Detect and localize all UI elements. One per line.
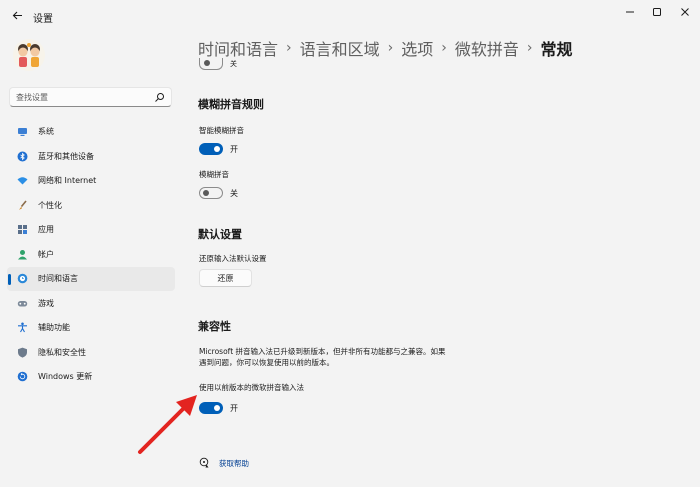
back-button[interactable]: [8, 6, 26, 24]
search-input[interactable]: [16, 90, 154, 105]
breadcrumb: 时间和语言 › 语言和区域 › 选项 › 微软拼音 › 常规: [198, 37, 573, 59]
maximize-icon: [653, 8, 661, 16]
chevron-right-icon: ›: [526, 40, 533, 56]
chevron-right-icon: ›: [441, 40, 447, 56]
bluetooth-icon: [17, 151, 28, 161]
sidebar-item-label: 系统: [38, 127, 54, 136]
sidebar-item-apps[interactable]: 应用: [7, 218, 175, 242]
accessibility-icon: [18, 322, 27, 333]
minimize-icon: [626, 11, 634, 13]
sidebar-item-personalization[interactable]: 个性化: [7, 194, 175, 218]
sidebar-item-label: 辅助功能: [38, 323, 70, 332]
sidebar-item-bluetooth[interactable]: 蓝牙和其他设备: [7, 145, 175, 169]
page-title: 常规: [540, 40, 573, 59]
partial-toggle-state: 关: [230, 60, 237, 68]
sidebar-item-label: 应用: [38, 225, 54, 234]
sidebar-item-label: 时间和语言: [38, 274, 78, 283]
minimize-button[interactable]: [619, 4, 641, 20]
sidebar-item-privacy[interactable]: 隐私和安全性: [7, 341, 175, 365]
sidebar-item-network[interactable]: 网络和 Internet: [7, 169, 175, 193]
breadcrumb-item-microsoft-pinyin[interactable]: 微软拼音: [455, 36, 519, 60]
restore-defaults-label: 还原输入法默认设置: [199, 254, 267, 263]
compatibility-description: Microsoft 拼音输入法已升级到新版本，但并非所有功能都与之兼容。如果遇到…: [199, 347, 446, 367]
smart-fuzzy-toggle[interactable]: [199, 143, 223, 155]
sidebar-item-accounts[interactable]: 帐户: [7, 243, 175, 267]
sidebar-item-label: 网络和 Internet: [38, 176, 97, 185]
get-help-link[interactable]: 获取帮助: [219, 458, 249, 469]
breadcrumb-item-options[interactable]: 选项: [401, 36, 433, 60]
annotation-arrow: [138, 395, 197, 454]
sidebar-nav: 系统 蓝牙和其他设备 网络和 Internet 个性化 应用 帐户 时间和语言 …: [7, 120, 175, 390]
maximize-button[interactable]: [646, 4, 668, 20]
search-box[interactable]: [9, 87, 172, 107]
breadcrumb-item-time-language[interactable]: 时间和语言: [198, 36, 278, 60]
apps-icon: [18, 225, 27, 234]
sidebar-item-label: 隐私和安全性: [38, 347, 86, 357]
arrow-left-icon: [12, 11, 22, 19]
title-bar: 设置: [0, 0, 700, 32]
section-title-defaults: 默认设置: [198, 228, 242, 241]
close-button[interactable]: [674, 4, 696, 20]
sidebar-item-label: 个性化: [38, 200, 62, 210]
sidebar-item-label: Windows 更新: [38, 372, 93, 381]
sidebar-item-label: 帐户: [38, 249, 54, 259]
legacy-ime-label: 使用以前版本的微软拼音输入法: [199, 383, 304, 392]
sidebar-item-time-language[interactable]: 时间和语言: [7, 267, 175, 291]
sidebar-item-label: 蓝牙和其他设备: [38, 151, 94, 161]
smart-fuzzy-label: 智能模糊拼音: [199, 126, 244, 135]
wifi-icon: [17, 177, 28, 185]
section-title-fuzzy-pinyin: 模糊拼音规则: [198, 98, 264, 111]
brush-icon: [19, 199, 27, 210]
sidebar-item-system[interactable]: 系统: [7, 120, 175, 144]
legacy-ime-state: 开: [230, 404, 238, 413]
fuzzy-pinyin-toggle[interactable]: [199, 187, 223, 199]
person-icon: [18, 249, 27, 259]
shield-icon: [18, 347, 27, 358]
monitor-icon: [18, 128, 27, 136]
chevron-right-icon: ›: [286, 40, 292, 56]
gamepad-icon: [17, 300, 28, 306]
search-icon[interactable]: [154, 92, 165, 103]
sidebar-item-accessibility[interactable]: 辅助功能: [7, 316, 175, 340]
sidebar-item-label: 游戏: [38, 298, 54, 308]
breadcrumb-item-language-region[interactable]: 语言和区域: [300, 36, 380, 60]
app-title: 设置: [33, 14, 53, 25]
update-icon: [17, 371, 28, 382]
avatar[interactable]: [12, 38, 46, 74]
partial-toggle[interactable]: [199, 58, 223, 70]
restore-button[interactable]: 还原: [199, 269, 252, 287]
fuzzy-pinyin-state: 关: [230, 189, 238, 198]
sidebar-item-gaming[interactable]: 游戏: [7, 292, 175, 316]
smart-fuzzy-state: 开: [230, 145, 238, 154]
section-title-compatibility: 兼容性: [198, 320, 231, 333]
fuzzy-pinyin-label: 模糊拼音: [199, 170, 229, 179]
close-icon: [681, 8, 689, 16]
chevron-right-icon: ›: [387, 40, 394, 56]
globe-clock-icon: [17, 273, 28, 284]
